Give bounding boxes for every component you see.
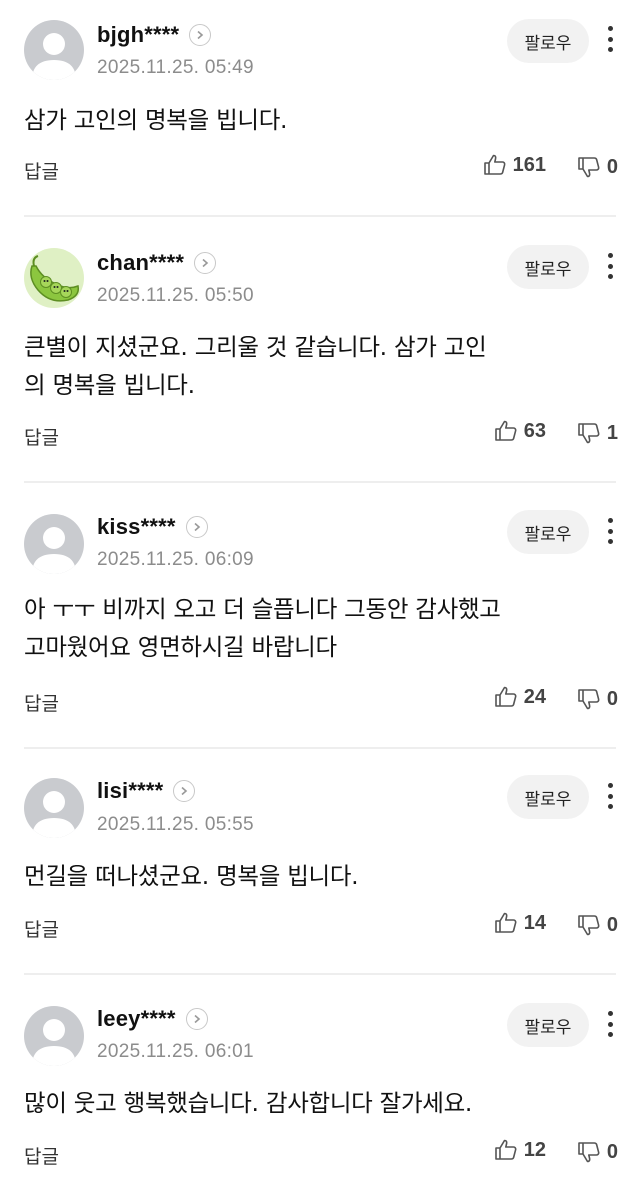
like-button[interactable]: 63 (494, 419, 546, 443)
dislike-button[interactable]: 0 (577, 1140, 618, 1164)
thumbs-down-icon (578, 689, 600, 710)
comment-timestamp: 2025.11.25. 06:01 (97, 1041, 254, 1062)
thumbs-up-icon (494, 1139, 517, 1160)
default-avatar-icon[interactable] (24, 778, 84, 838)
dislike-count: 0 (606, 913, 618, 936)
dislike-count: 1 (606, 421, 618, 444)
like-count: 161 (512, 153, 546, 176)
chevron-right-icon[interactable] (189, 24, 212, 46)
comment-timestamp: 2025.11.25. 06:09 (97, 549, 254, 570)
like-button[interactable]: 24 (494, 685, 546, 709)
default-avatar-icon[interactable] (24, 1006, 84, 1066)
username[interactable]: lisi**** (97, 778, 163, 804)
like-count: 14 (523, 911, 546, 934)
reply-button[interactable]: 답글 (24, 689, 59, 716)
comment-item: bjgh**** 2025.11.25. 05:49 팔로우 삼가 고인의 명복… (0, 0, 640, 216)
chevron-right-icon[interactable] (185, 516, 208, 538)
comment-timestamp: 2025.11.25. 05:50 (97, 285, 254, 306)
follow-button[interactable]: 팔로우 (507, 19, 589, 63)
comment-text: 큰별이 지셨군요. 그리울 것 같습니다. 삼가 고인 의 명복을 빕니다. (24, 333, 487, 399)
thumbs-down-icon (578, 1142, 600, 1163)
comment-text: 삼가 고인의 명복을 빕니다. (24, 106, 288, 134)
comment-item: lisi**** 2025.11.25. 05:55 팔로우 먼길을 떠나셨군요… (0, 748, 640, 974)
thumbs-up-icon (494, 686, 517, 707)
like-button[interactable]: 161 (483, 153, 546, 177)
like-button[interactable]: 12 (494, 1138, 546, 1162)
dislike-count: 0 (606, 155, 618, 178)
comment-timestamp: 2025.11.25. 05:55 (97, 814, 254, 835)
chevron-right-icon[interactable] (173, 780, 196, 802)
comment-text: 많이 웃고 행복했습니다. 감사합니다 잘가세요. (24, 1089, 473, 1117)
pea-pod-avatar[interactable] (24, 248, 84, 308)
default-avatar-icon[interactable] (24, 514, 84, 574)
reply-button[interactable]: 답글 (24, 423, 59, 450)
more-options-icon[interactable] (600, 514, 620, 548)
dislike-count: 0 (606, 687, 618, 710)
follow-button[interactable]: 팔로우 (507, 775, 589, 819)
chevron-right-icon[interactable] (194, 252, 217, 274)
like-count: 63 (523, 419, 546, 442)
username[interactable]: chan**** (97, 250, 184, 276)
comment-text: 먼길을 떠나셨군요. 명복을 빕니다. (24, 862, 359, 890)
thumbs-up-icon (494, 912, 517, 933)
comment-feed: bjgh**** 2025.11.25. 05:49 팔로우 삼가 고인의 명복… (0, 0, 640, 1196)
comment-text: 아 ㅜㅜ 비까지 오고 더 슬픕니다 그동안 감사했고 고마웠어요 영면하시길 … (24, 595, 501, 661)
username[interactable]: leey**** (97, 1006, 176, 1032)
comment-item: chan**** 2025.11.25. 05:50 팔로우 큰별이 지셨군요.… (0, 216, 640, 482)
username-row: leey**** (97, 1004, 208, 1034)
like-count: 24 (523, 685, 546, 708)
more-options-icon[interactable] (600, 779, 620, 813)
dislike-button[interactable]: 0 (577, 687, 618, 711)
like-count: 12 (523, 1138, 546, 1161)
thumbs-up-icon (483, 154, 506, 175)
username-row: lisi**** (97, 776, 196, 806)
username-row: chan**** (97, 248, 217, 278)
dislike-button[interactable]: 1 (577, 421, 618, 445)
dislike-count: 0 (606, 1140, 618, 1163)
thumbs-down-icon (578, 157, 600, 178)
thumbs-up-icon (494, 420, 517, 441)
username[interactable]: bjgh**** (97, 22, 179, 48)
username-row: bjgh**** (97, 20, 212, 50)
more-options-icon[interactable] (600, 1007, 620, 1041)
comment-item: kiss**** 2025.11.25. 06:09 팔로우 아 ㅜㅜ 비까지 … (0, 482, 640, 748)
follow-button[interactable]: 팔로우 (507, 1003, 589, 1047)
like-button[interactable]: 14 (494, 911, 546, 935)
reply-button[interactable]: 답글 (24, 1142, 59, 1169)
username[interactable]: kiss**** (97, 514, 176, 540)
comment-timestamp: 2025.11.25. 05:49 (97, 57, 254, 78)
dislike-button[interactable]: 0 (577, 155, 618, 179)
reply-button[interactable]: 답글 (24, 915, 59, 942)
reply-button[interactable]: 답글 (24, 157, 59, 184)
username-row: kiss**** (97, 512, 208, 542)
comment-item: leey**** 2025.11.25. 06:01 팔로우 많이 웃고 행복했… (0, 974, 640, 1196)
follow-button[interactable]: 팔로우 (507, 245, 589, 289)
follow-button[interactable]: 팔로우 (507, 510, 589, 554)
thumbs-down-icon (578, 915, 600, 936)
dislike-button[interactable]: 0 (577, 913, 618, 937)
more-options-icon[interactable] (600, 22, 620, 56)
default-avatar-icon[interactable] (24, 20, 84, 80)
thumbs-down-icon (578, 423, 600, 444)
chevron-right-icon[interactable] (185, 1008, 208, 1030)
more-options-icon[interactable] (600, 249, 620, 283)
